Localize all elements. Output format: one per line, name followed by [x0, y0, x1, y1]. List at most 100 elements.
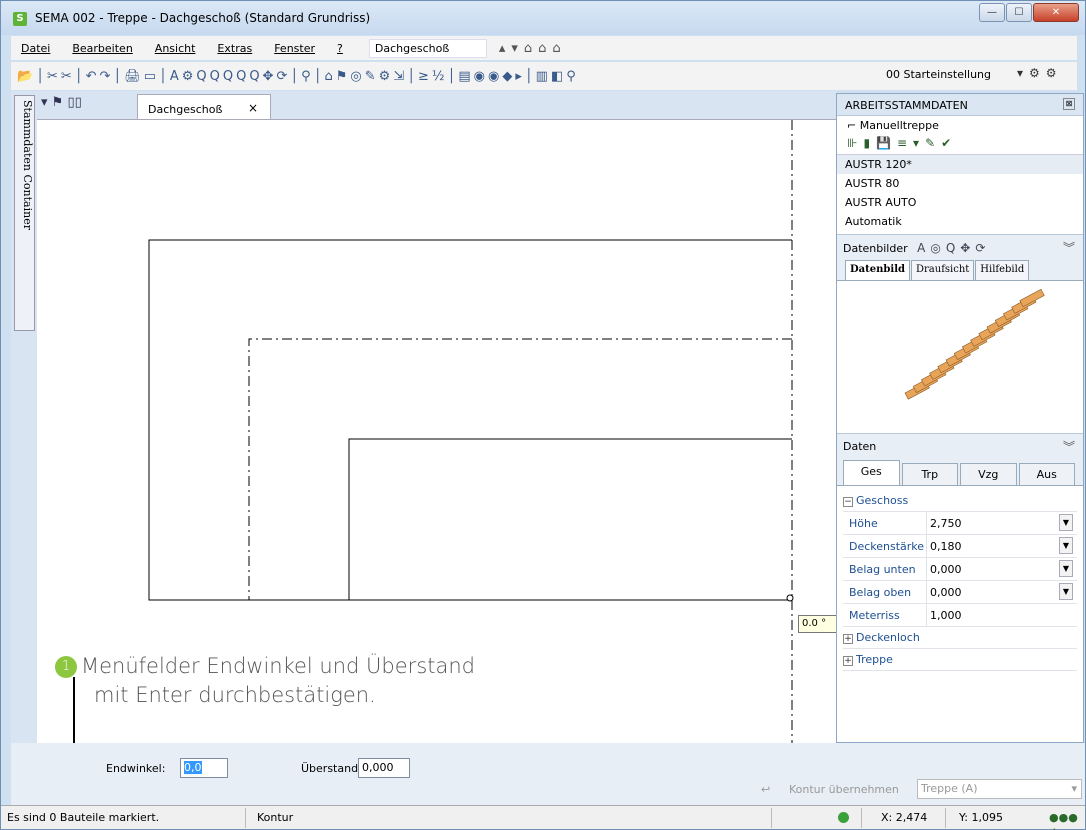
close-tab-icon[interactable]: × — [248, 101, 258, 115]
callout-number-badge: 1 — [55, 656, 77, 678]
stammdaten-container-tab[interactable]: Stammdaten Container — [14, 95, 35, 331]
tab-dachgeschoss[interactable]: Dachgeschoß × — [137, 94, 271, 120]
manuelltreppe-item[interactable]: ⌐ Manuelltreppe — [837, 116, 1083, 134]
tab-row-icons[interactable]: ▾ ⚑ ▯▯ — [41, 95, 82, 110]
menu-help[interactable]: ? — [337, 42, 343, 55]
main-toolbar: 📂│✂✂│↶↷│🖨▭│A⚙QQQQQ✥⟳│⚲│⌂⚑◎✎⚙⇲│≥½│▤◉◉◆▸│▥… — [11, 62, 1077, 90]
daten-title: Daten — [843, 440, 877, 453]
property-row: Belag unten 0,000 ▼ — [843, 558, 1077, 581]
floor-select[interactable]: Dachgeschoß — [368, 38, 487, 58]
daten-grid: − Geschoss Höhe 2,750 ▼ Deckenstärke 0,180 ▼ … — [837, 485, 1083, 742]
datenbilder-tool-icons[interactable]: A◎Q✥⟳ — [917, 241, 990, 255]
tab-trp[interactable]: Trp — [901, 463, 958, 485]
tab-vzg[interactable]: Vzg — [960, 463, 1017, 485]
datenbilder-header: Datenbilder A◎Q✥⟳ ︾ — [837, 234, 1083, 260]
expand-icon[interactable]: + — [843, 656, 853, 666]
property-value[interactable]: 0,000 ▼ — [927, 558, 1073, 580]
menu-ansicht[interactable]: Ansicht — [155, 42, 196, 55]
tab-label: Dachgeschoß — [148, 103, 223, 116]
dropdown-arrow-icon[interactable]: ▼ — [1059, 560, 1073, 577]
property-value[interactable]: 0,180 ▼ — [927, 535, 1073, 557]
endwinkel-input[interactable]: 0,0 — [180, 758, 228, 778]
group-label: Treppe — [856, 653, 893, 666]
left-dock: Stammdaten Container — [11, 91, 37, 743]
list-item[interactable]: AUSTR 120* — [837, 155, 1083, 174]
callout-line-2: mit Enter durchbestätigen. — [94, 683, 376, 707]
collapse-icon[interactable]: − — [843, 497, 853, 507]
stair-preview-image — [837, 280, 1083, 433]
property-row: Belag oben 0,000 ▼ — [843, 581, 1077, 604]
tab-hilfebild[interactable]: Hilfebild — [975, 260, 1030, 280]
list-item[interactable]: AUSTR AUTO — [837, 193, 1083, 212]
treppe-select[interactable]: Treppe (A) ▾ — [917, 779, 1082, 799]
list-item[interactable]: AUSTR 80 — [837, 174, 1083, 193]
callout-line-1: Menüfelder Endwinkel und Überstand — [81, 654, 475, 678]
group-treppe[interactable]: + Treppe — [843, 649, 1077, 671]
tab-ges[interactable]: Ges — [843, 460, 900, 485]
endwinkel-label: Endwinkel: — [106, 762, 166, 775]
toolbar-extra-icons[interactable]: ▾⚙⚙ — [1017, 66, 1063, 80]
group-label: Geschoss — [856, 494, 909, 507]
status-bar: Es sind 0 Bauteile markiert. Kontur X: 2… — [1, 805, 1085, 830]
document-tab-row: ▾ ⚑ ▯▯ Dachgeschoß × — [37, 91, 837, 120]
property-value[interactable]: 1,000 — [927, 604, 1051, 626]
floor-nav-icons[interactable]: ▴▾⌂⌂⌂ — [499, 41, 567, 56]
close-button[interactable]: ✕ — [1033, 3, 1079, 22]
ueberstand-label: Überstand: — [301, 762, 362, 775]
outer-contour — [148, 239, 792, 601]
property-key: Meterriss — [843, 604, 927, 626]
dropdown-arrow-icon: ▾ — [1071, 782, 1077, 795]
list-item[interactable]: Automatik — [837, 212, 1083, 231]
status-y-coord: Y: 1,095 — [959, 811, 1003, 824]
ueberstand-input[interactable]: 0,000 — [358, 758, 410, 778]
drawing-canvas[interactable] — [37, 119, 837, 744]
inner-contour — [348, 438, 792, 600]
dropdown-arrow-icon[interactable]: ▼ — [1059, 537, 1073, 554]
expand-icon[interactable]: + — [843, 634, 853, 644]
panel-toolbar[interactable]: ⊪▮💾≡▾✎✔ — [837, 134, 1083, 154]
property-value[interactable]: 2,750 ▼ — [927, 512, 1073, 534]
stair-icon: ⌐ — [847, 119, 857, 132]
panel-header: ARBEITSSTAMMDATEN ⊠ — [837, 94, 1083, 116]
property-row: Meterriss 1,000 — [843, 604, 1077, 627]
group-deckenloch[interactable]: + Deckenloch — [843, 627, 1077, 649]
panel-close-icon[interactable]: ⊠ — [1063, 98, 1075, 110]
menu-extras[interactable]: Extras — [217, 42, 252, 55]
toolbar-icon-group[interactable]: 📂│✂✂│↶↷│🖨▭│A⚙QQQQQ✥⟳│⚲│⌂⚑◎✎⚙⇲│≥½│▤◉◉◆▸│▥… — [17, 69, 579, 84]
property-key: Belag oben — [843, 581, 927, 603]
menu-fenster[interactable]: Fenster — [274, 42, 315, 55]
sema-app-icon: S — [13, 12, 27, 26]
menu-bearbeiten[interactable]: Bearbeiten — [72, 42, 132, 55]
kontur-uebernehmen-button[interactable]: Kontur übernehmen — [789, 783, 899, 796]
preset-select[interactable]: 00 Starteinstellung — [883, 66, 1011, 85]
group-geschoss[interactable]: − Geschoss — [843, 490, 1077, 512]
tab-aus[interactable]: Aus — [1018, 463, 1075, 485]
datenbilder-tabs: Datenbild Draufsicht Hilfebild — [837, 260, 1083, 280]
dropdown-arrow-icon[interactable]: ▼ — [1059, 583, 1073, 600]
menu-datei[interactable]: Datei — [21, 42, 50, 55]
tab-draufsicht[interactable]: Draufsicht — [911, 260, 975, 280]
group-label: Deckenloch — [856, 631, 920, 644]
minimize-button[interactable]: — — [979, 3, 1005, 22]
collapse-chevron-icon[interactable]: ︾ — [1063, 438, 1075, 455]
input-bar: Endwinkel: 0,0 Überstand: 0,000 ↩ Kontur… — [11, 743, 1085, 805]
dropdown-arrow-icon[interactable]: ▼ — [1059, 514, 1073, 531]
panel-title: ARBEITSSTAMMDATEN — [845, 99, 968, 112]
arbeitsstammdaten-panel: ARBEITSSTAMMDATEN ⊠ ⌐ Manuelltreppe ⊪▮💾≡… — [836, 93, 1084, 743]
contour-end-point — [786, 594, 794, 602]
offset-contour — [248, 338, 792, 600]
daten-header: Daten ︾ — [837, 433, 1083, 459]
maximize-button[interactable]: ☐ — [1006, 3, 1032, 22]
menu-bar: Datei Bearbeiten Ansicht Extras Fenster … — [11, 36, 1077, 60]
collapse-chevron-icon[interactable]: ︾ — [1063, 239, 1075, 256]
undo-arrow-icon[interactable]: ↩ — [761, 783, 770, 796]
floor-plan-drawing — [148, 120, 794, 744]
tab-datenbild[interactable]: Datenbild — [845, 260, 910, 280]
status-dots-icon: ●●● .: — [1049, 811, 1078, 830]
property-value[interactable]: 0,000 ▼ — [927, 581, 1073, 603]
property-key: Belag unten — [843, 558, 927, 580]
status-mode: Kontur — [257, 811, 294, 824]
stammdaten-list: AUSTR 120* AUSTR 80 AUSTR AUTO Automatik — [837, 154, 1083, 234]
angle-tooltip: 0.0 ° — [798, 615, 838, 633]
stair-3d-icon — [904, 288, 1045, 400]
